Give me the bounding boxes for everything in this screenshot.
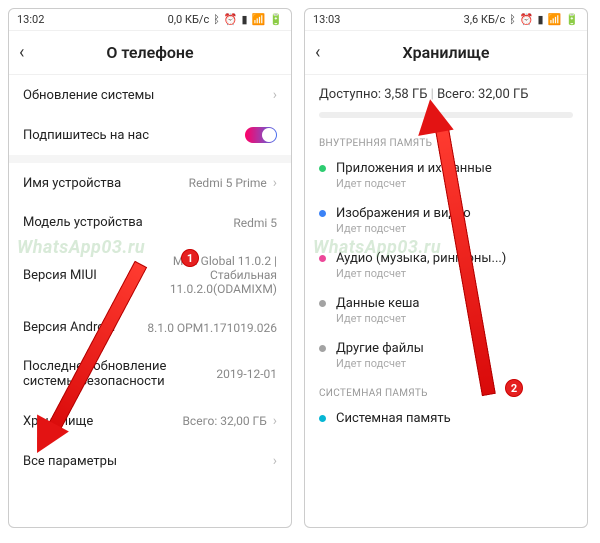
social-toggle[interactable]	[245, 127, 277, 143]
item-sub: Идет подсчет	[336, 177, 573, 190]
label: Все параметры	[23, 454, 267, 469]
phone-about: 13:02 0,0 КБ/с ᛒ ⏰ ▮ 📶 🔋 ‹ О телефоне Об…	[8, 8, 292, 528]
label: Последнее обновление системы безопасност…	[23, 359, 216, 389]
bluetooth-icon: ᛒ	[509, 14, 516, 25]
row-storage[interactable]: Хранилище Всего: 32,00 ГБ ›	[9, 401, 291, 441]
chevron-right-icon: ›	[273, 453, 277, 469]
bluetooth-icon: ᛒ	[213, 14, 220, 25]
signal-icon: ▮	[538, 14, 544, 25]
value: 8.1.0 OPM1.171019.026	[147, 321, 277, 335]
storage-bar	[319, 112, 573, 118]
battery-icon: 🔋	[269, 14, 283, 25]
total-value: 32,00 ГБ	[478, 87, 528, 102]
item-label: Другие файлы	[336, 341, 424, 356]
item-sub: Идет подсчет	[336, 267, 573, 280]
alarm-icon: ⏰	[520, 14, 534, 25]
dot-icon	[319, 415, 326, 422]
status-bar: 13:02 0,0 КБ/с ᛒ ⏰ ▮ 📶 🔋	[9, 9, 291, 31]
available-label: Доступно:	[319, 87, 381, 102]
separator	[9, 155, 291, 163]
row-miui-version[interactable]: Версия MIUI MIUI Global 11.0.2 | Стабиль…	[9, 242, 291, 308]
section-system-memory: СИСТЕМНАЯ ПАМЯТЬ	[305, 378, 587, 403]
storage-item[interactable]: Другие файлыИдет подсчет	[305, 333, 587, 378]
item-sub: Идет подсчет	[336, 222, 573, 235]
page-title: О телефоне	[106, 43, 193, 62]
label: Модель устройства	[23, 215, 233, 230]
label: Обновление системы	[23, 88, 267, 103]
item-label: Приложения и их данные	[336, 161, 492, 176]
storage-item[interactable]: Данные кешаИдет подсчет	[305, 288, 587, 333]
phone-storage: 13:03 3,6 КБ/с ᛒ ⏰ ▮ 📶 🔋 ‹ Хранилище Дос…	[304, 8, 588, 528]
alarm-icon: ⏰	[224, 14, 238, 25]
row-subscribe[interactable]: Подпишитесь на нас	[9, 115, 291, 155]
item-sub: Идет подсчет	[336, 312, 573, 325]
label: Хранилище	[23, 414, 182, 429]
status-net: 0,0 КБ/с	[168, 13, 210, 26]
dot-icon	[319, 300, 326, 307]
annotation-badge-1: 1	[181, 249, 199, 267]
value: Redmi 5	[233, 216, 277, 230]
label: Имя устройства	[23, 176, 189, 191]
storage-summary: Доступно: 3,58 ГБ | Всего: 32,00 ГБ	[305, 75, 587, 108]
battery-icon: 🔋	[565, 14, 579, 25]
storage-item[interactable]: Изображения и видеоИдет подсчет	[305, 198, 587, 243]
section-internal-memory: ВНУТРЕННЯЯ ПАМЯТЬ	[305, 128, 587, 153]
signal-icon: ▮	[242, 14, 248, 25]
dot-icon	[319, 255, 326, 262]
value: Всего: 32,00 ГБ	[182, 414, 266, 428]
page-title: Хранилище	[403, 43, 490, 62]
total-label: Всего:	[437, 87, 475, 102]
status-net: 3,6 КБ/с	[464, 13, 506, 26]
value: Redmi 5 Prime	[189, 176, 267, 190]
row-system-update[interactable]: Обновление системы ›	[9, 75, 291, 115]
dot-icon	[319, 345, 326, 352]
row-model[interactable]: Модель устройства Redmi 5	[9, 203, 291, 242]
item-label: Аудио (музыка, рингтоны...)	[336, 251, 506, 266]
storage-item[interactable]: Аудио (музыка, рингтоны...)Идет подсчет	[305, 243, 587, 288]
label: Версия MIUI	[23, 268, 147, 283]
back-button[interactable]: ‹	[19, 42, 24, 63]
storage-item-system[interactable]: Системная память	[305, 403, 587, 434]
label: Подпишитесь на нас	[23, 128, 245, 143]
row-security-update[interactable]: Последнее обновление системы безопасност…	[9, 347, 291, 401]
status-time: 13:03	[313, 13, 340, 26]
item-sub: Идет подсчет	[336, 357, 573, 370]
dot-icon	[319, 210, 326, 217]
chevron-right-icon: ›	[273, 175, 277, 191]
row-android-version[interactable]: Версия Android 8.1.0 OPM1.171019.026	[9, 308, 291, 347]
status-time: 13:02	[17, 13, 44, 26]
chevron-right-icon: ›	[273, 87, 277, 103]
header: ‹ О телефоне	[9, 31, 291, 75]
chevron-right-icon: ›	[273, 413, 277, 429]
back-button[interactable]: ‹	[315, 42, 320, 63]
value: 2019-12-01	[216, 367, 277, 381]
wifi-icon: 📶	[548, 14, 562, 25]
item-label: Системная память	[336, 411, 451, 426]
label: Версия Android	[23, 320, 147, 335]
header: ‹ Хранилище	[305, 31, 587, 75]
item-label: Данные кеша	[336, 296, 419, 311]
value: MIUI Global 11.0.2 | Стабильная 11.0.2.0…	[147, 254, 277, 296]
row-device-name[interactable]: Имя устройства Redmi 5 Prime ›	[9, 163, 291, 203]
wifi-icon: 📶	[252, 14, 266, 25]
storage-item[interactable]: Приложения и их данныеИдет подсчет	[305, 153, 587, 198]
available-value: 3,58 ГБ	[384, 87, 427, 102]
status-bar: 13:03 3,6 КБ/с ᛒ ⏰ ▮ 📶 🔋	[305, 9, 587, 31]
annotation-badge-2: 2	[505, 379, 523, 397]
row-all-params[interactable]: Все параметры ›	[9, 441, 291, 481]
item-label: Изображения и видео	[336, 206, 471, 221]
dot-icon	[319, 165, 326, 172]
